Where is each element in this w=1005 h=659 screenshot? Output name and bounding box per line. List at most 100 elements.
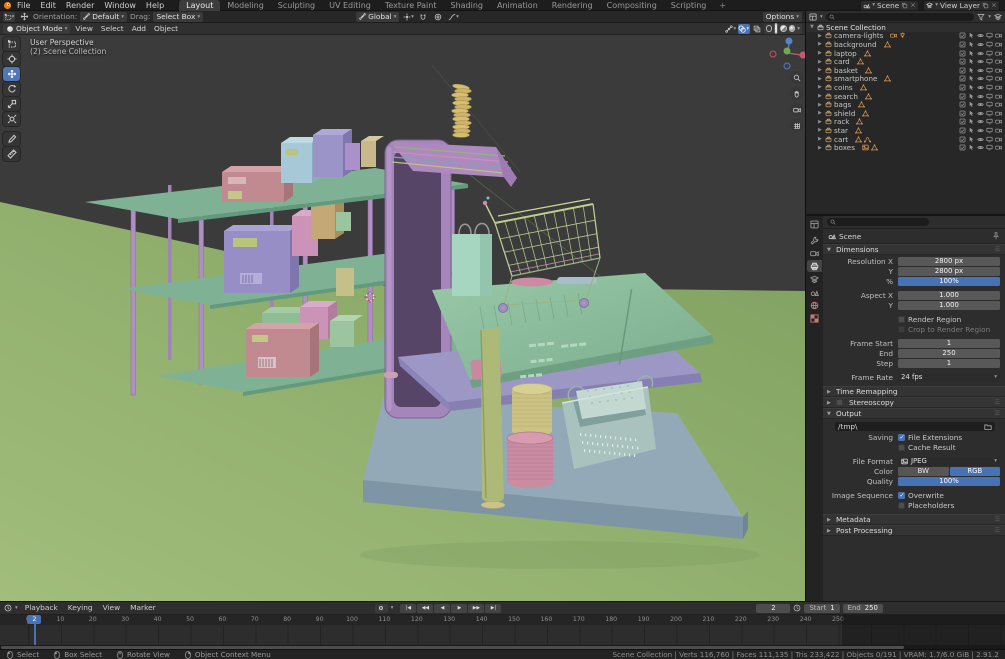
timeline-menu-marker[interactable]: Marker — [126, 602, 160, 614]
active-tool-select-box-icon[interactable]: ▾ — [3, 12, 15, 22]
properties-tab-view-layer[interactable] — [807, 273, 822, 285]
magnet-icon[interactable] — [417, 12, 429, 22]
nav-zoom-button[interactable] — [790, 71, 803, 84]
overlay-icon[interactable] — [994, 13, 1002, 21]
panel-dimensions-header[interactable]: ▼Dimensions☰ — [823, 244, 1005, 255]
disclosure-icon[interactable]: ▶ — [818, 84, 825, 90]
outliner-root-row[interactable]: ▼ Scene Collection — [806, 23, 1005, 32]
disclosure-icon[interactable]: ▼ — [810, 24, 817, 30]
tool-scale[interactable] — [3, 97, 20, 111]
outliner-item-shield[interactable]: ▶shield — [806, 109, 1005, 118]
disclosure-icon[interactable]: ▶ — [818, 127, 825, 133]
hide-eye-icon[interactable] — [977, 50, 984, 57]
hide-eye-icon[interactable] — [977, 32, 984, 39]
nav-toggle-ortho-button[interactable] — [790, 119, 803, 132]
viewport-menu-add[interactable]: Add — [128, 23, 150, 35]
outliner-item-search[interactable]: ▶search — [806, 92, 1005, 101]
menu-edit[interactable]: Edit — [35, 0, 61, 11]
frame-start-field[interactable]: 1 — [898, 339, 1000, 348]
shading-rendered-icon[interactable] — [789, 25, 796, 32]
snap-target-icon[interactable]: ▾ — [402, 12, 414, 22]
checkbox-icon[interactable] — [959, 75, 966, 82]
nav-camera-view-button[interactable] — [790, 103, 803, 116]
checkbox-icon[interactable] — [959, 84, 966, 91]
overlays-toggle-icon[interactable]: ▾ — [738, 24, 750, 34]
hide-eye-icon[interactable] — [977, 58, 984, 65]
panel-time-remapping-header[interactable]: ▶Time Remapping — [823, 386, 1005, 397]
outliner-item-boxes[interactable]: ▶boxes — [806, 143, 1005, 152]
disable-viewport-icon[interactable] — [986, 58, 993, 65]
disclosure-icon[interactable]: ▶ — [818, 119, 825, 125]
outliner-item-camera-lights[interactable]: ▶camera-lights — [806, 32, 1005, 41]
crop-region-checkbox[interactable] — [898, 326, 905, 333]
scene-3d[interactable] — [0, 35, 805, 601]
disclosure-icon[interactable]: ▶ — [818, 33, 825, 39]
outliner-search-input[interactable] — [826, 13, 974, 21]
overwrite-checkbox[interactable] — [898, 492, 905, 499]
frame-step-field[interactable]: 1 — [898, 359, 1000, 368]
disable-render-icon[interactable] — [995, 101, 1002, 108]
properties-tab-world[interactable] — [807, 299, 822, 311]
selectable-icon[interactable] — [968, 127, 975, 134]
placeholders-checkbox[interactable] — [898, 502, 905, 509]
disable-render-icon[interactable] — [995, 67, 1002, 74]
viewport-menu-select[interactable]: Select — [97, 23, 128, 35]
panel-output-header[interactable]: ▼Output☰ — [823, 408, 1005, 419]
frame-end-field[interactable]: End250 — [843, 604, 883, 613]
disable-viewport-icon[interactable] — [986, 84, 993, 91]
disclosure-icon[interactable]: ▶ — [818, 41, 825, 47]
outliner-item-basket[interactable]: ▶basket — [806, 66, 1005, 75]
selectable-icon[interactable] — [968, 67, 975, 74]
outliner-item-bags[interactable]: ▶bags — [806, 100, 1005, 109]
properties-tab-output[interactable] — [807, 260, 822, 272]
jump-to-end-button[interactable]: ▶| — [485, 604, 501, 613]
checkbox-icon[interactable] — [959, 41, 966, 48]
disable-viewport-icon[interactable] — [986, 32, 993, 39]
add-workspace-button[interactable]: + — [713, 0, 732, 11]
checkbox-icon[interactable] — [959, 110, 966, 117]
disable-render-icon[interactable] — [995, 41, 1002, 48]
hide-eye-icon[interactable] — [977, 118, 984, 125]
timeline-menu-playback[interactable]: Playback — [21, 602, 62, 614]
current-frame-field[interactable]: 2 — [756, 604, 790, 613]
properties-tab-tool[interactable] — [807, 234, 822, 246]
shading-material-icon[interactable] — [780, 25, 787, 32]
checkbox-icon[interactable] — [959, 127, 966, 134]
shading-solid-icon[interactable] — [775, 23, 777, 34]
tab-rendering[interactable]: Rendering — [545, 0, 600, 11]
move-gizmo-icon[interactable] — [18, 12, 30, 22]
outliner-item-coins[interactable]: ▶coins — [806, 83, 1005, 92]
selectable-icon[interactable] — [968, 101, 975, 108]
mode-dropdown[interactable]: Object Mode▾ — [3, 24, 70, 34]
panel-stereoscopy-header[interactable]: ▶Stereoscopy☰ — [823, 397, 1005, 408]
panel-metadata-header[interactable]: ▶Metadata☰ — [823, 514, 1005, 525]
menu-help[interactable]: Help — [141, 0, 169, 11]
tab-texture-paint[interactable]: Texture Paint — [378, 0, 444, 11]
tab-sculpting[interactable]: Sculpting — [271, 0, 322, 11]
resolution-y-field[interactable]: 2800 px — [898, 267, 1000, 276]
outliner-item-rack[interactable]: ▶rack — [806, 118, 1005, 127]
selectable-icon[interactable] — [968, 84, 975, 91]
selectable-icon[interactable] — [968, 93, 975, 100]
filter-icon[interactable] — [977, 13, 985, 21]
auto-keying-button[interactable] — [375, 604, 388, 613]
disable-render-icon[interactable] — [995, 84, 1002, 91]
drag-dropdown[interactable]: Select Box▾ — [153, 12, 203, 22]
frame-start-field[interactable]: Start1 — [804, 604, 839, 613]
outliner-item-background[interactable]: ▶background — [806, 40, 1005, 49]
hide-eye-icon[interactable] — [977, 110, 984, 117]
checkbox-icon[interactable] — [959, 101, 966, 108]
viewport-menu-view[interactable]: View — [71, 23, 97, 35]
tool-select-box[interactable] — [3, 37, 20, 51]
panel-post-processing-header[interactable]: ▶Post Processing☰ — [823, 525, 1005, 536]
view-layer-selector[interactable]: ▾ View Layer — [923, 0, 1000, 11]
disable-viewport-icon[interactable] — [986, 93, 993, 100]
orientation-dropdown[interactable]: Default▾ — [80, 12, 127, 22]
aspect-y-field[interactable]: 1.000 — [898, 301, 1000, 310]
timeline-body[interactable]: 0102030405060708090100110120130140150160… — [0, 615, 1005, 645]
disable-viewport-icon[interactable] — [986, 118, 993, 125]
checkbox-icon[interactable] — [959, 118, 966, 125]
checkbox-icon[interactable] — [959, 136, 966, 143]
editor-type-icon[interactable] — [809, 13, 817, 21]
menu-file[interactable]: File — [12, 0, 35, 11]
